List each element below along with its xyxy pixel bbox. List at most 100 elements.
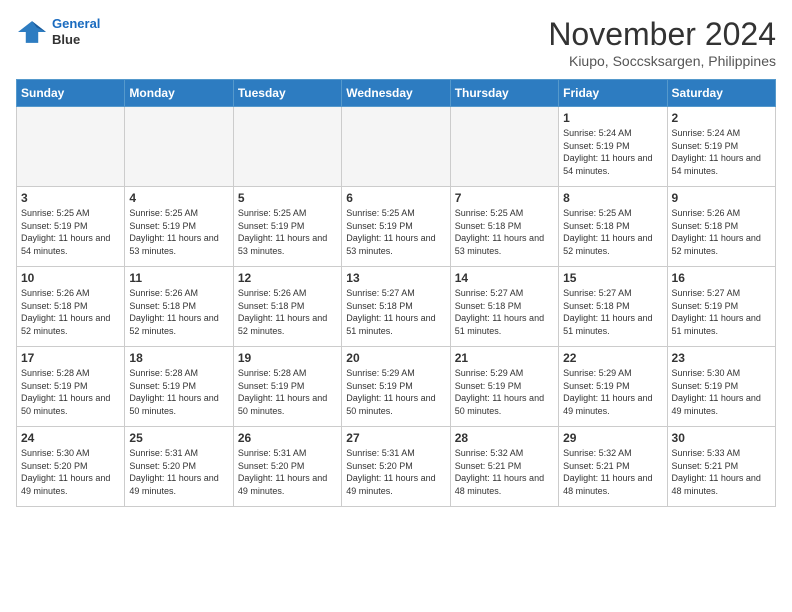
calendar-cell: 23 Sunrise: 5:30 AM Sunset: 5:19 PM Dayli… (667, 347, 775, 427)
day-info: Sunrise: 5:31 AM Sunset: 5:20 PM Dayligh… (346, 447, 445, 497)
calendar-cell: 12 Sunrise: 5:26 AM Sunset: 5:18 PM Dayli… (233, 267, 341, 347)
day-number: 29 (563, 431, 662, 445)
day-info: Sunrise: 5:28 AM Sunset: 5:19 PM Dayligh… (238, 367, 337, 417)
calendar-cell (125, 107, 233, 187)
day-info: Sunrise: 5:31 AM Sunset: 5:20 PM Dayligh… (238, 447, 337, 497)
logo: General Blue (16, 16, 100, 47)
day-info: Sunrise: 5:27 AM Sunset: 5:18 PM Dayligh… (455, 287, 554, 337)
calendar-cell: 28 Sunrise: 5:32 AM Sunset: 5:21 PM Dayli… (450, 427, 558, 507)
calendar-cell: 10 Sunrise: 5:26 AM Sunset: 5:18 PM Dayli… (17, 267, 125, 347)
calendar-cell (17, 107, 125, 187)
calendar-cell (450, 107, 558, 187)
day-number: 20 (346, 351, 445, 365)
day-number: 11 (129, 271, 228, 285)
calendar-cell: 29 Sunrise: 5:32 AM Sunset: 5:21 PM Dayli… (559, 427, 667, 507)
calendar-cell: 5Sunrise: 5:25 AM Sunset: 5:19 PM Daylig… (233, 187, 341, 267)
month-title: November 2024 (548, 16, 776, 53)
logo-text: General Blue (52, 16, 100, 47)
day-number: 25 (129, 431, 228, 445)
day-info: Sunrise: 5:25 AM Sunset: 5:18 PM Dayligh… (563, 207, 662, 257)
day-number: 13 (346, 271, 445, 285)
calendar-cell: 24 Sunrise: 5:30 AM Sunset: 5:20 PM Dayli… (17, 427, 125, 507)
day-number: 24 (21, 431, 120, 445)
day-info: Sunrise: 5:30 AM Sunset: 5:20 PM Dayligh… (21, 447, 120, 497)
day-info: Sunrise: 5:25 AM Sunset: 5:19 PM Dayligh… (21, 207, 120, 257)
day-info: Sunrise: 5:27 AM Sunset: 5:18 PM Dayligh… (346, 287, 445, 337)
day-info: Sunrise: 5:32 AM Sunset: 5:21 PM Dayligh… (563, 447, 662, 497)
weekday-header: Monday (125, 80, 233, 107)
day-number: 8 (563, 191, 662, 205)
calendar-cell: 22 Sunrise: 5:29 AM Sunset: 5:19 PM Dayli… (559, 347, 667, 427)
calendar-cell: 14Sunrise: 5:27 AM Sunset: 5:18 PM Dayli… (450, 267, 558, 347)
day-number: 10 (21, 271, 120, 285)
calendar-cell (233, 107, 341, 187)
day-number: 23 (672, 351, 771, 365)
calendar-week-row: 24 Sunrise: 5:30 AM Sunset: 5:20 PM Dayli… (17, 427, 776, 507)
calendar-week-row: 10 Sunrise: 5:26 AM Sunset: 5:18 PM Dayli… (17, 267, 776, 347)
calendar-table: SundayMondayTuesdayWednesdayThursdayFrid… (16, 79, 776, 507)
day-number: 4 (129, 191, 228, 205)
calendar-cell: 25 Sunrise: 5:31 AM Sunset: 5:20 PM Dayli… (125, 427, 233, 507)
location-subtitle: Kiupo, Soccsksargen, Philippines (548, 53, 776, 69)
day-number: 3 (21, 191, 120, 205)
weekday-header: Tuesday (233, 80, 341, 107)
day-info: Sunrise: 5:24 AM Sunset: 5:19 PM Dayligh… (563, 127, 662, 177)
day-info: Sunrise: 5:30 AM Sunset: 5:19 PM Dayligh… (672, 367, 771, 417)
calendar-cell: 11Sunrise: 5:26 AM Sunset: 5:18 PM Dayli… (125, 267, 233, 347)
day-info: Sunrise: 5:29 AM Sunset: 5:19 PM Dayligh… (455, 367, 554, 417)
calendar-week-row: 17 Sunrise: 5:28 AM Sunset: 5:19 PM Dayli… (17, 347, 776, 427)
day-info: Sunrise: 5:26 AM Sunset: 5:18 PM Dayligh… (238, 287, 337, 337)
calendar-cell: 2Sunrise: 5:24 AM Sunset: 5:19 PM Daylig… (667, 107, 775, 187)
calendar-cell: 6 Sunrise: 5:25 AM Sunset: 5:19 PM Daylig… (342, 187, 450, 267)
calendar-cell: 9Sunrise: 5:26 AM Sunset: 5:18 PM Daylig… (667, 187, 775, 267)
logo-icon (16, 18, 48, 46)
title-block: November 2024 Kiupo, Soccsksargen, Phili… (548, 16, 776, 69)
day-number: 17 (21, 351, 120, 365)
day-info: Sunrise: 5:29 AM Sunset: 5:19 PM Dayligh… (563, 367, 662, 417)
calendar-cell: 15 Sunrise: 5:27 AM Sunset: 5:18 PM Dayli… (559, 267, 667, 347)
weekday-header: Saturday (667, 80, 775, 107)
day-number: 21 (455, 351, 554, 365)
weekday-header: Thursday (450, 80, 558, 107)
calendar-cell: 26 Sunrise: 5:31 AM Sunset: 5:20 PM Dayli… (233, 427, 341, 507)
day-info: Sunrise: 5:27 AM Sunset: 5:18 PM Dayligh… (563, 287, 662, 337)
day-number: 15 (563, 271, 662, 285)
calendar-cell: 3 Sunrise: 5:25 AM Sunset: 5:19 PM Daylig… (17, 187, 125, 267)
day-number: 22 (563, 351, 662, 365)
day-info: Sunrise: 5:25 AM Sunset: 5:18 PM Dayligh… (455, 207, 554, 257)
day-number: 1 (563, 111, 662, 125)
day-number: 12 (238, 271, 337, 285)
weekday-header: Sunday (17, 80, 125, 107)
day-info: Sunrise: 5:31 AM Sunset: 5:20 PM Dayligh… (129, 447, 228, 497)
day-info: Sunrise: 5:25 AM Sunset: 5:19 PM Dayligh… (346, 207, 445, 257)
day-info: Sunrise: 5:27 AM Sunset: 5:19 PM Dayligh… (672, 287, 771, 337)
calendar-cell: 20 Sunrise: 5:29 AM Sunset: 5:19 PM Dayli… (342, 347, 450, 427)
calendar-cell: 30Sunrise: 5:33 AM Sunset: 5:21 PM Dayli… (667, 427, 775, 507)
day-info: Sunrise: 5:25 AM Sunset: 5:19 PM Dayligh… (238, 207, 337, 257)
calendar-cell: 27 Sunrise: 5:31 AM Sunset: 5:20 PM Dayli… (342, 427, 450, 507)
calendar-cell: 13 Sunrise: 5:27 AM Sunset: 5:18 PM Dayli… (342, 267, 450, 347)
day-number: 7 (455, 191, 554, 205)
calendar-cell: 19Sunrise: 5:28 AM Sunset: 5:19 PM Dayli… (233, 347, 341, 427)
weekday-header: Wednesday (342, 80, 450, 107)
day-number: 28 (455, 431, 554, 445)
day-info: Sunrise: 5:32 AM Sunset: 5:21 PM Dayligh… (455, 447, 554, 497)
day-info: Sunrise: 5:28 AM Sunset: 5:19 PM Dayligh… (129, 367, 228, 417)
calendar-cell (342, 107, 450, 187)
day-number: 26 (238, 431, 337, 445)
day-number: 18 (129, 351, 228, 365)
day-info: Sunrise: 5:29 AM Sunset: 5:19 PM Dayligh… (346, 367, 445, 417)
day-info: Sunrise: 5:26 AM Sunset: 5:18 PM Dayligh… (21, 287, 120, 337)
day-info: Sunrise: 5:24 AM Sunset: 5:19 PM Dayligh… (672, 127, 771, 177)
calendar-cell: 18 Sunrise: 5:28 AM Sunset: 5:19 PM Dayli… (125, 347, 233, 427)
day-number: 6 (346, 191, 445, 205)
day-info: Sunrise: 5:26 AM Sunset: 5:18 PM Dayligh… (672, 207, 771, 257)
day-number: 27 (346, 431, 445, 445)
day-info: Sunrise: 5:28 AM Sunset: 5:19 PM Dayligh… (21, 367, 120, 417)
calendar-cell: 16Sunrise: 5:27 AM Sunset: 5:19 PM Dayli… (667, 267, 775, 347)
calendar-week-row: 3 Sunrise: 5:25 AM Sunset: 5:19 PM Daylig… (17, 187, 776, 267)
day-info: Sunrise: 5:33 AM Sunset: 5:21 PM Dayligh… (672, 447, 771, 497)
calendar-cell: 4 Sunrise: 5:25 AM Sunset: 5:19 PM Daylig… (125, 187, 233, 267)
calendar-cell: 21 Sunrise: 5:29 AM Sunset: 5:19 PM Dayli… (450, 347, 558, 427)
day-info: Sunrise: 5:25 AM Sunset: 5:19 PM Dayligh… (129, 207, 228, 257)
